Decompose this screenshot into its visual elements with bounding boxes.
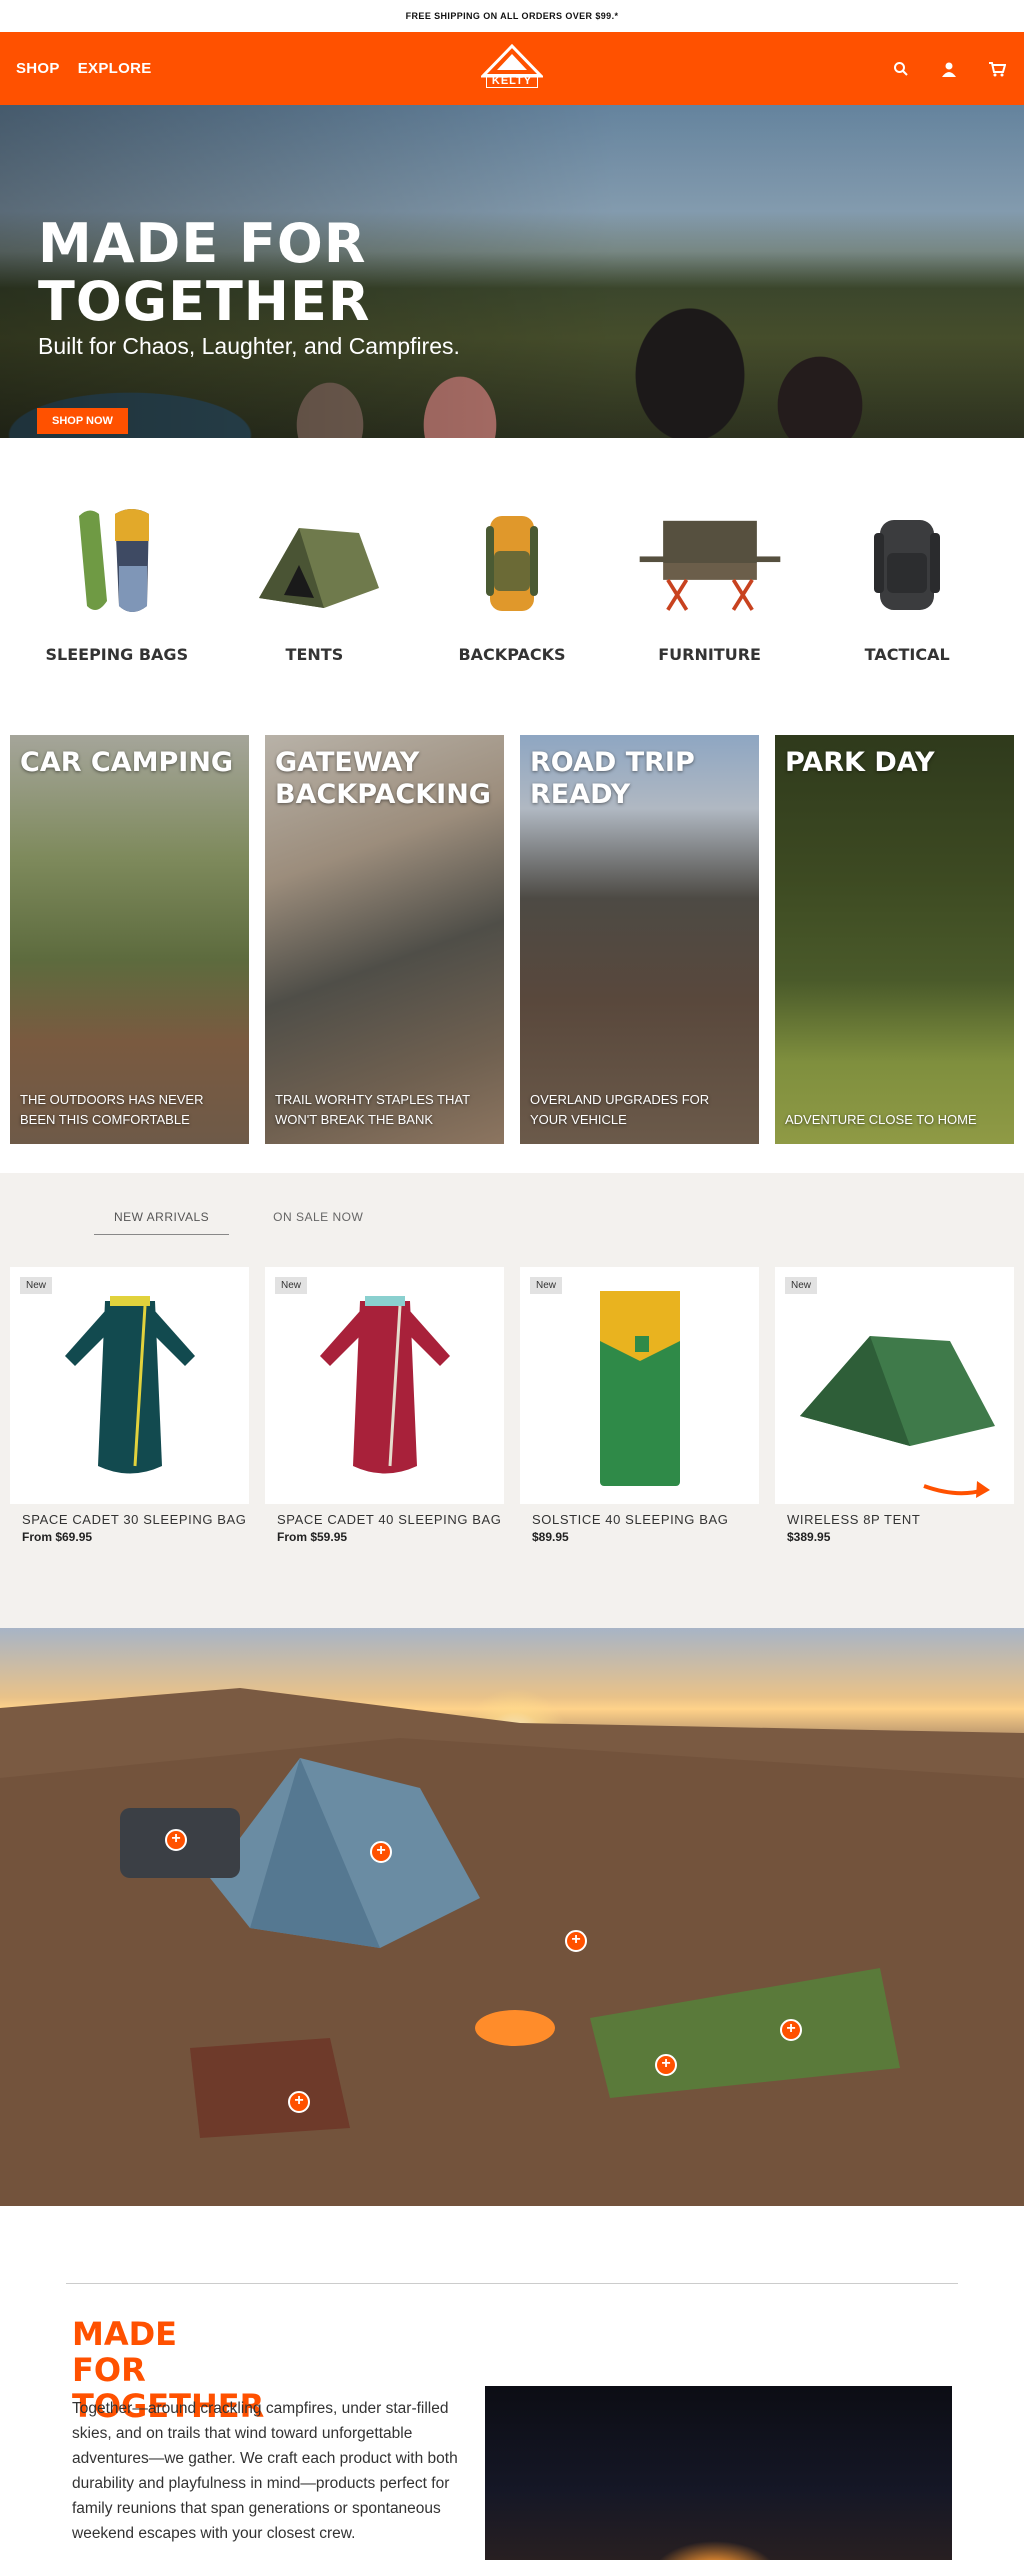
new-badge: New bbox=[530, 1277, 563, 1294]
category-furniture[interactable]: FURNITURE bbox=[615, 503, 805, 735]
new-badge: New bbox=[20, 1277, 53, 1294]
kelty-logo[interactable]: KELTY bbox=[477, 44, 547, 92]
hotspot-plus-icon[interactable]: + bbox=[165, 1829, 187, 1851]
product-name: SPACE CADET 40 SLEEPING BAG bbox=[277, 1512, 502, 1527]
category-tactical[interactable]: TACTICAL bbox=[812, 503, 1002, 735]
activity-title: PARK DAY bbox=[785, 747, 935, 778]
promo-text: FREE SHIPPING ON ALL ORDERS OVER $99.* bbox=[405, 11, 619, 21]
activity-cards: CAR CAMPING THE OUTDOORS HAS NEVER BEEN … bbox=[0, 735, 1024, 1173]
activity-title: ROAD TRIP READY bbox=[530, 747, 695, 810]
brand-story: MADE FOR TOGETHER Together—around crackl… bbox=[0, 2206, 1024, 2560]
product-card[interactable]: New WIRELESS 8P TENT $389.95 bbox=[775, 1267, 1014, 1544]
activity-card-car-camping[interactable]: CAR CAMPING THE OUTDOORS HAS NEVER BEEN … bbox=[10, 735, 249, 1144]
category-row: SLEEPING BAGS TENTS BACKPACKS FURNITURE … bbox=[0, 438, 1024, 735]
furniture-image bbox=[635, 503, 785, 623]
divider bbox=[66, 2283, 958, 2284]
shop-now-button[interactable]: SHOP NOW bbox=[37, 408, 128, 434]
category-sleeping-bags[interactable]: SLEEPING BAGS bbox=[22, 503, 212, 735]
product-card[interactable]: New SPACE CADET 40 SLEEPING BAG From $59… bbox=[265, 1267, 504, 1544]
site-header: SHOP EXPLORE KELTY bbox=[0, 32, 1024, 105]
category-tents[interactable]: TENTS bbox=[219, 503, 409, 735]
cart-icon[interactable] bbox=[988, 60, 1006, 78]
activity-description: ADVENTURE CLOSE TO HOME bbox=[785, 1112, 977, 1127]
category-label: SLEEPING BAGS bbox=[45, 645, 189, 664]
activity-description: OVERLAND UPGRADES FOR YOUR VEHICLE bbox=[530, 1092, 710, 1127]
hotspot-plus-icon[interactable]: + bbox=[370, 1841, 392, 1863]
activity-card-gateway-backpacking[interactable]: GATEWAY BACKPACKING TRAIL WORHTY STAPLES… bbox=[265, 735, 504, 1144]
category-label: BACKPACKS bbox=[458, 645, 566, 664]
mountain-icon bbox=[481, 44, 543, 78]
product-carousel: New SPACE CADET 30 SLEEPING BAG From $69… bbox=[0, 1235, 1024, 1544]
activity-description: TRAIL WORHTY STAPLES THAT WON'T BREAK TH… bbox=[275, 1092, 470, 1127]
category-label: TACTICAL bbox=[864, 645, 950, 664]
product-price: From $69.95 bbox=[22, 1530, 93, 1544]
tents-image bbox=[239, 503, 389, 623]
account-icon[interactable] bbox=[940, 60, 958, 78]
hero-subtitle: Built for Chaos, Laughter, and Campfires… bbox=[38, 333, 460, 359]
product-name: SOLSTICE 40 SLEEPING BAG bbox=[532, 1512, 729, 1527]
product-price: $89.95 bbox=[532, 1530, 569, 1544]
product-price: From $59.95 bbox=[277, 1530, 348, 1544]
tactical-image bbox=[832, 503, 982, 623]
backpacks-image bbox=[437, 503, 587, 623]
category-backpacks[interactable]: BACKPACKS bbox=[417, 503, 607, 735]
product-name: WIRELESS 8P TENT bbox=[787, 1512, 921, 1527]
product-image: New bbox=[775, 1267, 1014, 1504]
product-section: NEW ARRIVALS ON SALE NOW New SPACE CADET… bbox=[0, 1173, 1024, 1628]
promo-bar: FREE SHIPPING ON ALL ORDERS OVER $99.* bbox=[0, 0, 1024, 32]
product-tabs: NEW ARRIVALS ON SALE NOW bbox=[0, 1210, 1024, 1235]
campsite-scene: + + + + + + bbox=[0, 1628, 1024, 2206]
product-card[interactable]: New SOLSTICE 40 SLEEPING BAG $89.95 bbox=[520, 1267, 759, 1544]
activity-title: GATEWAY BACKPACKING bbox=[275, 747, 491, 810]
new-badge: New bbox=[785, 1277, 818, 1294]
primary-nav: SHOP EXPLORE bbox=[16, 60, 152, 77]
activity-card-road-trip-ready[interactable]: ROAD TRIP READY OVERLAND UPGRADES FOR YO… bbox=[520, 735, 759, 1144]
nav-shop[interactable]: SHOP bbox=[16, 60, 60, 77]
story-text: Together—around crackling campfires, und… bbox=[72, 2400, 458, 2542]
new-badge: New bbox=[275, 1277, 308, 1294]
product-image: New bbox=[265, 1267, 504, 1504]
category-label: TENTS bbox=[285, 645, 344, 664]
utility-nav bbox=[892, 60, 1006, 78]
kelty-homepage: FREE SHIPPING ON ALL ORDERS OVER $99.* S… bbox=[0, 0, 1024, 2560]
hero-banner: MADE FOR TOGETHER Built for Chaos, Laugh… bbox=[0, 105, 1024, 438]
hotspot-plus-icon[interactable]: + bbox=[565, 1930, 587, 1952]
product-card[interactable]: New SPACE CADET 30 SLEEPING BAG From $69… bbox=[10, 1267, 249, 1544]
activity-card-park-day[interactable]: PARK DAY ADVENTURE CLOSE TO HOME bbox=[775, 735, 1014, 1144]
campfire-photo bbox=[485, 2386, 952, 2560]
logo-text: KELTY bbox=[485, 74, 539, 88]
product-image: New bbox=[520, 1267, 759, 1504]
hero-title: MADE FOR TOGETHER bbox=[38, 212, 371, 333]
product-price: $389.95 bbox=[787, 1530, 831, 1544]
sleeping-bags-image bbox=[42, 503, 192, 623]
category-label: FURNITURE bbox=[658, 645, 761, 664]
hotspot-plus-icon[interactable]: + bbox=[288, 2091, 310, 2113]
hotspot-plus-icon[interactable]: + bbox=[780, 2019, 802, 2041]
product-image: New bbox=[10, 1267, 249, 1504]
activity-description: THE OUTDOORS HAS NEVER BEEN THIS COMFORT… bbox=[20, 1092, 204, 1127]
activity-title: CAR CAMPING bbox=[20, 747, 234, 778]
tab-new-arrivals[interactable]: NEW ARRIVALS bbox=[94, 1210, 230, 1235]
nav-explore[interactable]: EXPLORE bbox=[78, 60, 152, 77]
campsite-illustration bbox=[0, 1688, 1024, 2206]
hotspot-plus-icon[interactable]: + bbox=[655, 2054, 677, 2076]
product-name: SPACE CADET 30 SLEEPING BAG bbox=[22, 1512, 247, 1527]
next-arrow-icon[interactable] bbox=[922, 1478, 992, 1500]
search-icon[interactable] bbox=[892, 60, 910, 78]
tab-on-sale-now[interactable]: ON SALE NOW bbox=[253, 1210, 383, 1235]
